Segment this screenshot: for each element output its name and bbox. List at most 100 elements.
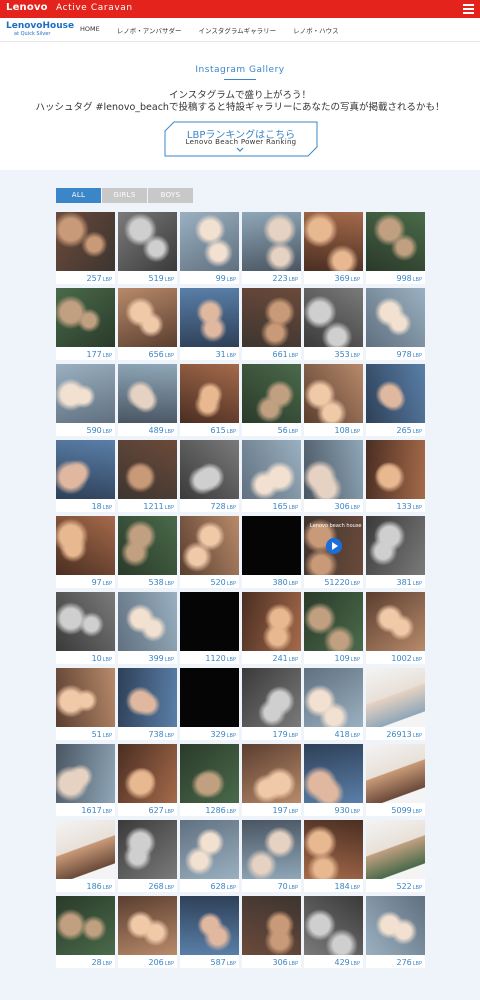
gallery-photo[interactable] bbox=[366, 668, 425, 727]
gallery-photo[interactable] bbox=[56, 592, 115, 651]
gallery-photo[interactable] bbox=[180, 592, 239, 651]
gallery-item[interactable]: 930LBP bbox=[304, 744, 363, 816]
gallery-photo[interactable] bbox=[304, 364, 363, 423]
gallery-photo[interactable] bbox=[304, 668, 363, 727]
gallery-photo[interactable] bbox=[180, 668, 239, 727]
gallery-item[interactable]: 97LBP bbox=[56, 516, 115, 588]
gallery-item[interactable]: 265LBP bbox=[366, 364, 425, 436]
gallery-photo[interactable] bbox=[304, 212, 363, 271]
gallery-photo[interactable] bbox=[366, 820, 425, 879]
ranking-link-button[interactable]: LBPランキングはこちら Lenovo Beach Power Ranking bbox=[164, 121, 318, 157]
gallery-item[interactable]: 223LBP bbox=[242, 212, 301, 284]
gallery-photo[interactable] bbox=[180, 744, 239, 803]
gallery-item[interactable]: 590LBP bbox=[56, 364, 115, 436]
gallery-item[interactable]: 306LBP bbox=[304, 440, 363, 512]
gallery-item[interactable]: 28LBP bbox=[56, 896, 115, 968]
hamburger-menu-icon[interactable] bbox=[463, 4, 474, 14]
gallery-photo[interactable] bbox=[180, 212, 239, 271]
gallery-item[interactable]: 5099LBP bbox=[366, 744, 425, 816]
play-icon[interactable] bbox=[326, 538, 342, 554]
gallery-photo[interactable] bbox=[304, 744, 363, 803]
gallery-photo[interactable] bbox=[56, 364, 115, 423]
gallery-item[interactable]: 108LBP bbox=[304, 364, 363, 436]
gallery-item[interactable]: 133LBP bbox=[366, 440, 425, 512]
gallery-photo[interactable] bbox=[118, 820, 177, 879]
gallery-photo[interactable] bbox=[56, 440, 115, 499]
gallery-photo[interactable] bbox=[118, 516, 177, 575]
gallery-item[interactable]: 1002LBP bbox=[366, 592, 425, 664]
gallery-item[interactable]: 998LBP bbox=[366, 212, 425, 284]
nav-item-lenovo-house[interactable]: レノボ・ハウス bbox=[293, 25, 339, 35]
gallery-photo[interactable] bbox=[118, 364, 177, 423]
gallery-item[interactable]: 656LBP bbox=[118, 288, 177, 360]
tab-boys[interactable]: BOYS bbox=[148, 188, 193, 203]
gallery-item[interactable]: 520LBP bbox=[180, 516, 239, 588]
gallery-item[interactable]: 177LBP bbox=[56, 288, 115, 360]
gallery-item[interactable]: 31LBP bbox=[180, 288, 239, 360]
gallery-photo[interactable]: Lenovo beach house bbox=[304, 516, 363, 575]
gallery-item[interactable]: 1211LBP bbox=[118, 440, 177, 512]
gallery-item[interactable]: 661LBP bbox=[242, 288, 301, 360]
nav-item-ambassador[interactable]: レノボ・アンバサダー bbox=[117, 25, 182, 35]
brand-logo[interactable]: Lenovo bbox=[6, 2, 48, 13]
gallery-photo[interactable] bbox=[366, 212, 425, 271]
gallery-photo[interactable] bbox=[118, 668, 177, 727]
gallery-item[interactable]: 70LBP bbox=[242, 820, 301, 892]
gallery-photo[interactable] bbox=[242, 668, 301, 727]
gallery-item[interactable]: 1617LBP bbox=[56, 744, 115, 816]
gallery-item[interactable]: 978LBP bbox=[366, 288, 425, 360]
gallery-item[interactable]: 257LBP bbox=[56, 212, 115, 284]
gallery-photo[interactable] bbox=[56, 744, 115, 803]
gallery-item[interactable]: 628LBP bbox=[180, 820, 239, 892]
gallery-item[interactable]: 399LBP bbox=[118, 592, 177, 664]
nav-item-instagram-gallery[interactable]: インスタグラムギャラリー bbox=[198, 25, 276, 35]
gallery-photo[interactable] bbox=[56, 516, 115, 575]
site-logo[interactable]: LenovoHouse at Quick Silver bbox=[6, 22, 74, 38]
gallery-photo[interactable] bbox=[118, 212, 177, 271]
gallery-photo[interactable] bbox=[180, 516, 239, 575]
gallery-item[interactable]: 329LBP bbox=[180, 668, 239, 740]
gallery-photo[interactable] bbox=[304, 820, 363, 879]
gallery-photo[interactable] bbox=[366, 744, 425, 803]
gallery-item[interactable]: 489LBP bbox=[118, 364, 177, 436]
gallery-photo[interactable] bbox=[56, 820, 115, 879]
gallery-photo[interactable] bbox=[56, 212, 115, 271]
gallery-photo[interactable] bbox=[56, 288, 115, 347]
gallery-photo[interactable] bbox=[118, 896, 177, 955]
tab-all[interactable]: ALL bbox=[56, 188, 101, 203]
gallery-item[interactable]: 738LBP bbox=[118, 668, 177, 740]
gallery-item[interactable]: 206LBP bbox=[118, 896, 177, 968]
gallery-item[interactable]: 1286LBP bbox=[180, 744, 239, 816]
gallery-item[interactable]: 18LBP bbox=[56, 440, 115, 512]
gallery-photo[interactable] bbox=[304, 440, 363, 499]
gallery-photo[interactable] bbox=[366, 288, 425, 347]
gallery-item[interactable]: 1120LBP bbox=[180, 592, 239, 664]
gallery-photo[interactable] bbox=[118, 744, 177, 803]
gallery-item[interactable]: 380LBP bbox=[242, 516, 301, 588]
gallery-item[interactable]: 99LBP bbox=[180, 212, 239, 284]
gallery-item[interactable]: 728LBP bbox=[180, 440, 239, 512]
gallery-item[interactable]: 51LBP bbox=[56, 668, 115, 740]
gallery-photo[interactable] bbox=[180, 288, 239, 347]
gallery-item[interactable]: 179LBP bbox=[242, 668, 301, 740]
gallery-item[interactable]: 381LBP bbox=[366, 516, 425, 588]
gallery-photo[interactable] bbox=[242, 440, 301, 499]
gallery-photo[interactable] bbox=[366, 440, 425, 499]
gallery-item[interactable]: 522LBP bbox=[366, 820, 425, 892]
gallery-photo[interactable] bbox=[242, 896, 301, 955]
gallery-item[interactable]: 429LBP bbox=[304, 896, 363, 968]
gallery-photo[interactable] bbox=[180, 820, 239, 879]
gallery-photo[interactable] bbox=[242, 516, 301, 575]
gallery-photo[interactable] bbox=[180, 440, 239, 499]
gallery-item[interactable]: 587LBP bbox=[180, 896, 239, 968]
gallery-item[interactable]: 418LBP bbox=[304, 668, 363, 740]
gallery-photo[interactable] bbox=[242, 592, 301, 651]
gallery-item[interactable]: 56LBP bbox=[242, 364, 301, 436]
gallery-item[interactable]: 306LBP bbox=[242, 896, 301, 968]
gallery-photo[interactable] bbox=[366, 516, 425, 575]
gallery-photo[interactable] bbox=[242, 212, 301, 271]
gallery-item[interactable]: 165LBP bbox=[242, 440, 301, 512]
tab-girls[interactable]: GIRLS bbox=[102, 188, 147, 203]
gallery-item[interactable]: Lenovo beach house 51220LBP bbox=[304, 516, 363, 588]
gallery-item[interactable]: 184LBP bbox=[304, 820, 363, 892]
